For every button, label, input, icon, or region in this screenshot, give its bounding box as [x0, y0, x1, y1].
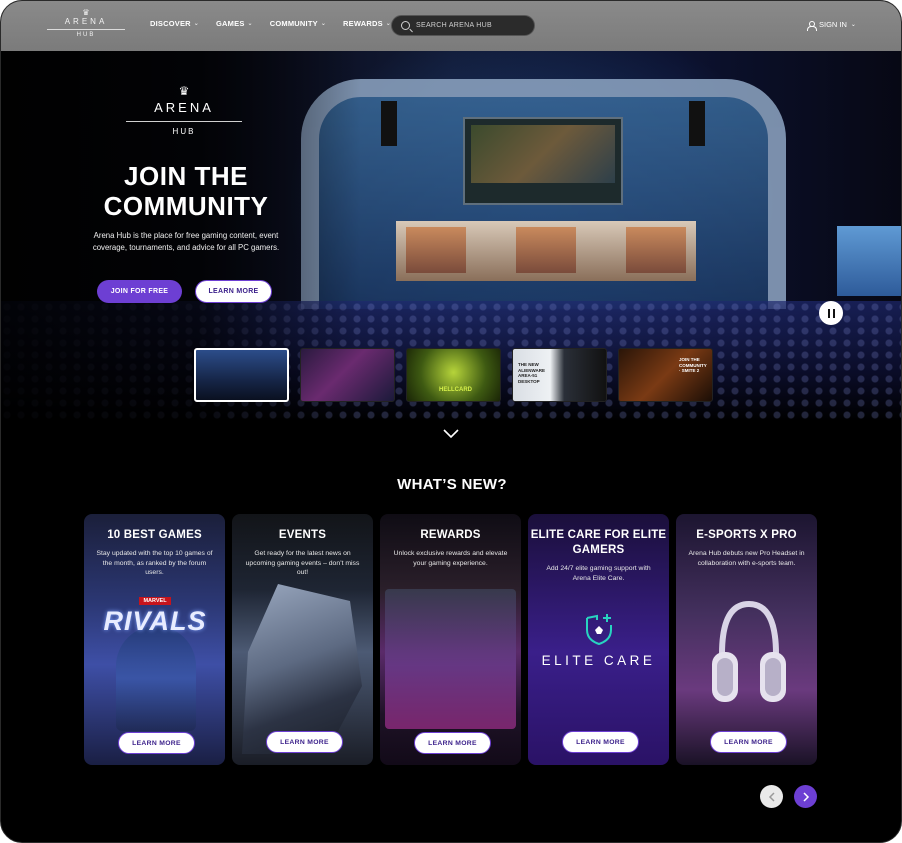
carousel-prev-button[interactable] [760, 785, 783, 808]
menu-item-games[interactable]: GAMES ⌄ [216, 19, 253, 28]
main-menu: DISCOVER ⌄ GAMES ⌄ COMMUNITY ⌄ REWARDS ⌄ [150, 19, 391, 28]
menu-item-community[interactable]: COMMUNITY ⌄ [270, 19, 326, 28]
hero-logo: ♛ ARENA HUB [126, 84, 242, 136]
menu-item-rewards[interactable]: REWARDS ⌄ [343, 19, 391, 28]
logo-sub: HUB [172, 127, 196, 136]
chevron-down-icon: ⌄ [193, 21, 200, 27]
scroll-down-chevron-icon[interactable] [442, 426, 460, 440]
card-elite-care[interactable]: ELITE CARE FOR ELITE GAMERS Add 24/7 eli… [528, 514, 669, 765]
chevron-right-icon [802, 791, 809, 802]
hero-learn-more-button[interactable]: LEARN MORE [195, 280, 272, 303]
hero-banner: ♛ ARENA HUB JOIN THE COMMUNITY Arena Hub… [1, 51, 901, 421]
hero-description: Arena Hub is the place for free gaming c… [92, 231, 280, 252]
thumbnail-heroes-lineup[interactable] [300, 348, 395, 402]
crown-icon: ♛ [82, 8, 90, 17]
card-events[interactable]: EVENTS Get ready for the latest news on … [232, 514, 373, 765]
thumbnail-label: HELLCARD [439, 387, 472, 393]
logo-brand: ARENA [154, 100, 214, 115]
stage-panel [516, 227, 576, 273]
stage-decor [396, 221, 696, 281]
user-icon [807, 20, 817, 31]
logo-divider [126, 121, 242, 122]
card-description: Stay updated with the top 10 games of th… [96, 550, 213, 576]
thumbnail-hellcard[interactable]: HELLCARD [406, 348, 501, 402]
card-description: Arena Hub debuts new Pro Headset in coll… [688, 550, 805, 567]
card-learn-more-button[interactable]: LEARN MORE [710, 731, 787, 753]
card-learn-more-button[interactable]: LEARN MORE [414, 732, 491, 754]
top-nav: ♛ ARENA HUB DISCOVER ⌄ GAMES ⌄ COMMUNITY… [1, 1, 901, 51]
card-description: Get ready for the latest news on upcomin… [245, 550, 360, 576]
crown-icon: ♛ [178, 84, 190, 98]
chevron-down-icon: ⌄ [320, 21, 327, 27]
chevron-down-icon: ⌄ [850, 22, 856, 28]
logo-sub: HUB [76, 32, 96, 38]
menu-label: COMMUNITY [269, 19, 318, 28]
card-learn-more-button[interactable]: LEARN MORE [118, 732, 195, 754]
thumbnail-desktop[interactable]: THE NEW ALIENWARE AREA-51 DESKTOP [512, 348, 607, 402]
stage-panel [406, 227, 466, 273]
hero-thumbnails: HELLCARD THE NEW ALIENWARE AREA-51 DESKT… [194, 348, 713, 402]
pause-icon[interactable] [819, 301, 843, 325]
menu-label: REWARDS [343, 19, 383, 28]
thumbnail-arena-stage[interactable] [194, 348, 289, 402]
card-art-gaming-room [385, 589, 516, 729]
card-title: 10 BEST GAMES [107, 529, 202, 541]
nav-logo[interactable]: ♛ ARENA HUB [47, 9, 125, 43]
thumbnail-label: JOIN THE COMMUNITY · SMITE 2 [679, 357, 707, 373]
shield-plus-icon [586, 614, 612, 646]
logo-divider [47, 29, 125, 30]
carousel-next-button[interactable] [794, 785, 817, 808]
logo-brand: ARENA [64, 17, 108, 26]
sign-in-button[interactable]: SIGN IN ⌄ [807, 20, 856, 31]
card-description: Add 24/7 elite gaming support with Arena… [546, 565, 651, 582]
side-screen [837, 226, 901, 296]
card-learn-more-button[interactable]: LEARN MORE [266, 731, 343, 753]
whats-new-title: WHAT’S NEW? [397, 476, 507, 493]
card-art-character [116, 626, 196, 731]
card-title: REWARDS [420, 529, 481, 541]
card-title: ELITE CARE FOR ELITE GAMERS [530, 529, 667, 556]
join-for-free-button[interactable]: JOIN FOR FREE [97, 280, 182, 303]
card-best-games[interactable]: 10 BEST GAMES Stay updated with the top … [84, 514, 225, 765]
whats-new-cards: 10 BEST GAMES Stay updated with the top … [84, 514, 817, 765]
menu-label: GAMES [216, 19, 245, 28]
stage-screen [463, 117, 623, 205]
card-esports-pro[interactable]: E-SPORTS X PRO Arena Hub debuts new Pro … [676, 514, 817, 765]
headset-image [712, 600, 786, 702]
sign-in-label: SIGN IN [819, 20, 847, 29]
chevron-down-icon: ⌄ [247, 21, 253, 27]
menu-label: DISCOVER [150, 19, 191, 28]
card-description: Unlock exclusive rewards and elevate you… [393, 550, 508, 567]
hero-title: JOIN THE COMMUNITY [103, 161, 269, 221]
speaker-decor [381, 101, 397, 146]
speaker-decor [689, 101, 705, 146]
marvel-rivals-logo: MARVEL RIVALS [98, 589, 212, 635]
search-bar[interactable] [391, 15, 535, 36]
card-learn-more-button[interactable]: LEARN MORE [562, 731, 639, 753]
thumbnail-smite[interactable]: JOIN THE COMMUNITY · SMITE 2 [618, 348, 713, 402]
thumbnail-label: THE NEW ALIENWARE AREA-51 DESKTOP [518, 362, 545, 384]
card-rewards[interactable]: REWARDS Unlock exclusive rewards and ele… [380, 514, 521, 765]
logo-text: RIVALS [103, 606, 207, 636]
chevron-left-icon [768, 791, 775, 802]
card-art-robot [242, 584, 362, 754]
search-input[interactable] [416, 22, 526, 29]
elite-care-wordmark: ELITE CARE [541, 653, 656, 668]
logo-text: MARVEL [139, 597, 171, 605]
search-icon [401, 21, 410, 30]
menu-item-discover[interactable]: DISCOVER ⌄ [150, 19, 199, 28]
stage-panel [626, 227, 686, 273]
card-title: E-SPORTS X PRO [696, 529, 797, 541]
card-title: EVENTS [278, 529, 327, 541]
page-frame: ♛ ARENA HUB DISCOVER ⌄ GAMES ⌄ COMMUNITY… [0, 0, 902, 843]
